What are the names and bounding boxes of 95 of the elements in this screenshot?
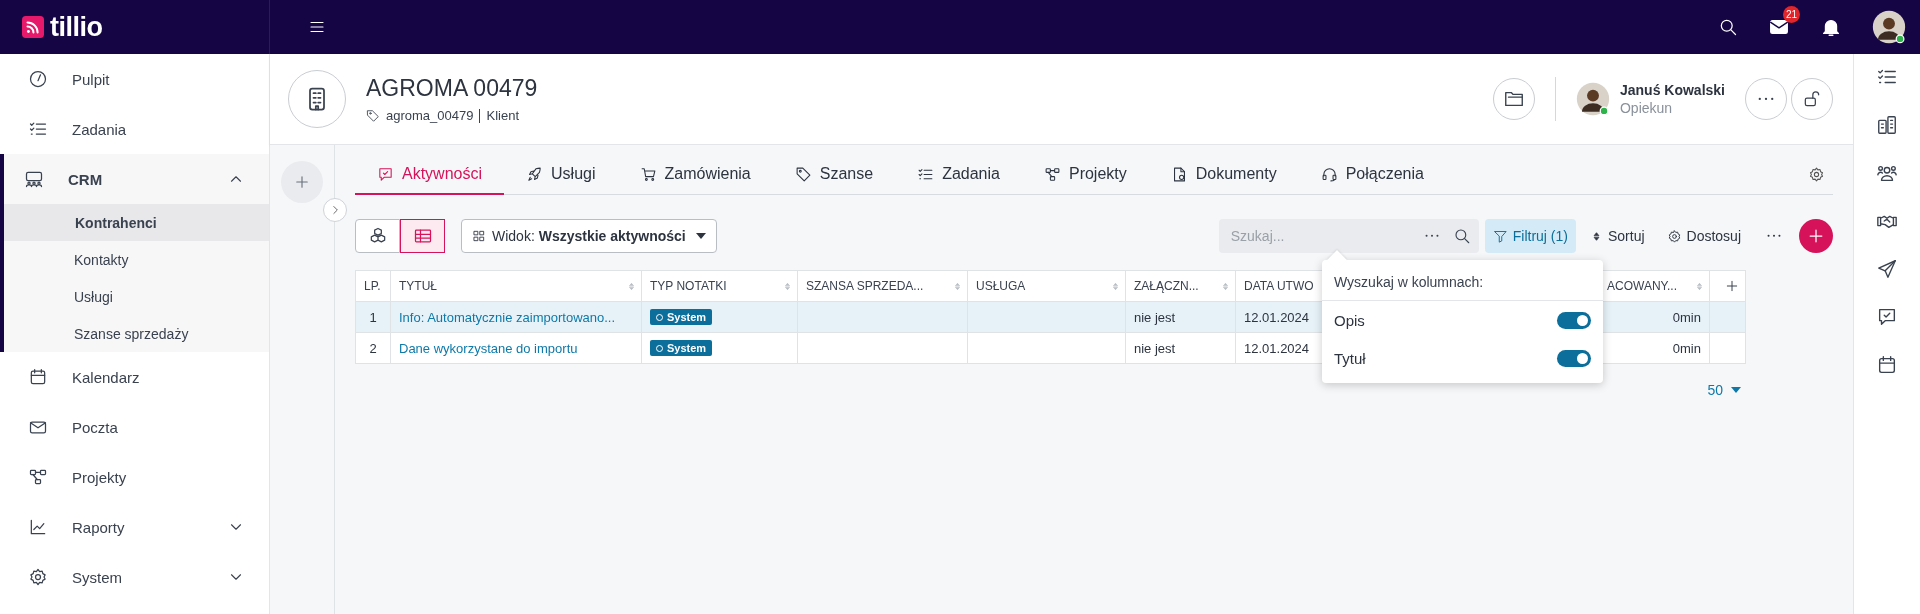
sidebar-item[interactable]: CRM — [4, 154, 269, 204]
settings-icon — [1808, 166, 1825, 183]
sidebar-item[interactable]: Pulpit — [0, 54, 269, 104]
toggle-switch[interactable] — [1557, 311, 1591, 329]
buildings-icon — [1876, 114, 1898, 136]
record-type: Klient — [486, 108, 519, 123]
sort-button[interactable]: Sortuj — [1581, 219, 1653, 253]
settings-icon — [28, 567, 48, 587]
page-size-dropdown[interactable]: 50 — [1707, 382, 1723, 398]
sidebar-item[interactable]: Raporty — [0, 502, 269, 552]
type-badge: System — [650, 340, 713, 357]
paper-plane-icon — [1876, 258, 1898, 280]
sort-icon — [1110, 280, 1121, 292]
popup-title: Wyszukaj w kolumnach: — [1322, 260, 1603, 301]
sort-icon — [952, 280, 963, 292]
plus-icon — [293, 173, 311, 191]
tab[interactable]: Połączenia — [1298, 155, 1446, 195]
sort-icon — [626, 280, 637, 292]
settings-icon — [1666, 228, 1682, 244]
sidebar-item[interactable]: Zadania — [0, 104, 269, 154]
owner-name: Januś Kowalski — [1619, 82, 1725, 98]
sidebar-item[interactable]: Poczta — [0, 402, 269, 452]
tab[interactable]: Zadania — [895, 155, 1022, 195]
sidebar-item[interactable]: System — [0, 552, 269, 602]
more-icon — [1767, 234, 1781, 238]
chat-check-icon — [1876, 306, 1898, 328]
option-label: Tytuł — [1334, 349, 1366, 367]
calendar-button[interactable] — [1876, 354, 1898, 376]
lock-button[interactable] — [1791, 78, 1833, 120]
cards-view-button[interactable] — [355, 219, 400, 253]
search-icon — [1452, 227, 1471, 245]
table-cell: 12.01.2024 — [1235, 301, 1323, 333]
column-header[interactable]: TYTUŁ — [399, 279, 437, 293]
sort-icon — [782, 280, 793, 292]
column-header[interactable]: USŁUGA — [976, 279, 1026, 293]
record-tag: agroma_00479 — [386, 108, 474, 123]
table-view-button[interactable] — [400, 219, 445, 253]
tab[interactable]: Aktywności — [355, 155, 505, 195]
sidebar-subitem[interactable]: Usługi — [4, 278, 269, 315]
option-label: Opis — [1334, 311, 1365, 329]
table-cell: 2 — [355, 332, 391, 364]
table-cell: 1 — [355, 301, 391, 333]
tab[interactable]: Zamówienia — [617, 155, 773, 195]
chat-check-button[interactable] — [1876, 306, 1898, 328]
sort-icon — [1220, 280, 1231, 292]
avatar[interactable] — [1575, 82, 1610, 116]
more-icon — [1424, 234, 1439, 238]
sidebar-subitem[interactable]: Kontakty — [4, 241, 269, 278]
unread-count: 21 — [1782, 6, 1800, 23]
sort-icon — [1694, 280, 1705, 292]
tag-icon — [366, 108, 380, 123]
add-button[interactable] — [1799, 219, 1833, 253]
tab[interactable]: Projekty — [1021, 155, 1149, 195]
logo-icon — [22, 16, 44, 38]
tab[interactable]: Usługi — [504, 155, 618, 195]
cart-icon — [639, 165, 657, 183]
chat-check-icon — [377, 165, 394, 183]
customize-button[interactable]: Dostosuj — [1658, 219, 1749, 253]
sidebar-subitem[interactable]: Szanse sprzedaży — [4, 315, 269, 352]
filter-button[interactable]: Filtruj (1) — [1484, 219, 1576, 253]
type-badge: System — [650, 309, 713, 326]
search-button[interactable] — [1718, 17, 1738, 37]
people-board-icon — [24, 169, 44, 189]
paper-plane-button[interactable] — [1876, 258, 1898, 280]
grid-icon — [472, 229, 486, 243]
view-dropdown[interactable]: Widok: Wszystkie aktywności — [461, 219, 717, 253]
funnel-icon — [1492, 228, 1508, 244]
settings-button[interactable] — [1808, 166, 1825, 183]
nodes-icon — [28, 467, 48, 487]
record-title: AGROMA 00479 — [366, 75, 538, 102]
headset-icon — [1320, 165, 1338, 183]
line-chart-icon — [28, 517, 48, 537]
nodes-icon — [1043, 165, 1061, 183]
folder-button[interactable] — [1492, 78, 1535, 120]
unlocked-icon — [1802, 89, 1822, 109]
rocket-icon — [526, 165, 544, 183]
calendar-icon — [1876, 354, 1898, 376]
toggle-switch[interactable] — [1557, 349, 1591, 367]
gauge-icon — [28, 69, 48, 89]
calendar-icon — [28, 367, 48, 387]
buildings-button[interactable] — [1876, 114, 1898, 136]
search-field[interactable]: Szukaj... — [1218, 219, 1479, 253]
more-icon — [1758, 97, 1774, 101]
tag-icon — [794, 165, 812, 183]
avatar[interactable] — [1872, 10, 1906, 44]
sidebar-item[interactable]: Kalendarz — [0, 352, 269, 402]
sidebar-subitem[interactable]: Kontrahenci — [4, 204, 269, 241]
tab[interactable]: Szanse — [772, 155, 896, 195]
tab[interactable]: Dokumenty — [1148, 155, 1299, 195]
search-icon — [1718, 17, 1738, 37]
table-cell: nie jest — [1125, 301, 1236, 333]
owner-role: Opiekun — [1619, 100, 1674, 116]
sidebar-item[interactable]: Projekty — [0, 452, 269, 502]
logo-text: tillio — [50, 11, 103, 43]
table-cell: nie jest — [1125, 332, 1236, 364]
